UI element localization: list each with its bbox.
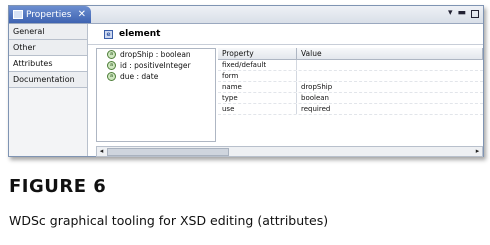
attribute-icon: a [107,72,116,81]
attribute-label: id : positiveInteger [120,61,191,70]
property-name-cell: form [218,71,297,81]
table-row[interactable]: fixed/default [218,60,483,71]
table-row[interactable]: type boolean [218,93,483,104]
column-header-value[interactable]: Value [297,48,483,59]
property-value-cell[interactable]: dropShip [297,82,483,92]
tab-attributes[interactable]: Attributes [9,56,87,72]
property-value-cell[interactable] [297,60,483,70]
view-tab-bar: Properties ✕ ▾ ▬ [9,6,483,24]
attribute-icon: a [107,50,116,59]
table-row[interactable]: name dropShip [218,82,483,93]
property-name-cell: type [218,93,297,103]
scroll-left-icon[interactable]: ◂ [97,147,106,156]
maximize-icon[interactable] [471,10,479,18]
main-panel: e element a dropShip : boolean a id : po… [88,24,483,157]
element-icon: e [104,29,113,39]
attribute-item-dropship[interactable]: a dropShip : boolean [97,49,215,60]
table-row[interactable]: form [218,71,483,82]
element-header: e element [88,24,483,45]
scroll-right-icon[interactable]: ▸ [473,147,482,156]
figure-caption: WDSc graphical tooling for XSD editing (… [9,213,329,228]
property-table: Property Value fixed/default form name d… [218,48,483,140]
properties-icon [13,10,23,19]
tab-general[interactable]: General [9,24,87,40]
minimize-icon[interactable]: ▬ [457,8,466,18]
tab-documentation[interactable]: Documentation [9,72,87,88]
property-name-cell: use [218,104,297,114]
scroll-thumb[interactable] [107,148,229,156]
section-tabs: General Other Attributes Documentation [9,24,88,156]
table-header: Property Value [218,48,483,60]
table-row[interactable]: use required [218,104,483,115]
tab-properties[interactable]: Properties ✕ [9,6,91,23]
property-value-cell[interactable] [297,71,483,81]
attribute-tree: a dropShip : boolean a id : positiveInte… [96,48,216,142]
attribute-item-id[interactable]: a id : positiveInteger [97,60,215,71]
element-title: element [119,29,161,39]
tab-label: Properties [26,9,72,20]
view-menu-icon[interactable]: ▾ [448,8,453,18]
properties-view: Properties ✕ ▾ ▬ General Other Attribute… [8,5,484,157]
figure-title: FIGURE 6 [9,176,107,197]
attribute-label: dropShip : boolean [120,50,191,59]
tab-other[interactable]: Other [9,40,87,56]
property-value-cell[interactable]: required [297,104,483,114]
window-controls: ▾ ▬ [448,8,479,18]
property-name-cell: name [218,82,297,92]
close-icon[interactable]: ✕ [78,9,86,20]
column-header-property[interactable]: Property [218,48,297,59]
attribute-item-due[interactable]: a due : date [97,71,215,82]
horizontal-scrollbar[interactable]: ◂ ▸ [96,146,483,157]
property-name-cell: fixed/default [218,60,297,70]
attribute-label: due : date [120,72,159,81]
attribute-icon: a [107,61,116,70]
property-value-cell[interactable]: boolean [297,93,483,103]
